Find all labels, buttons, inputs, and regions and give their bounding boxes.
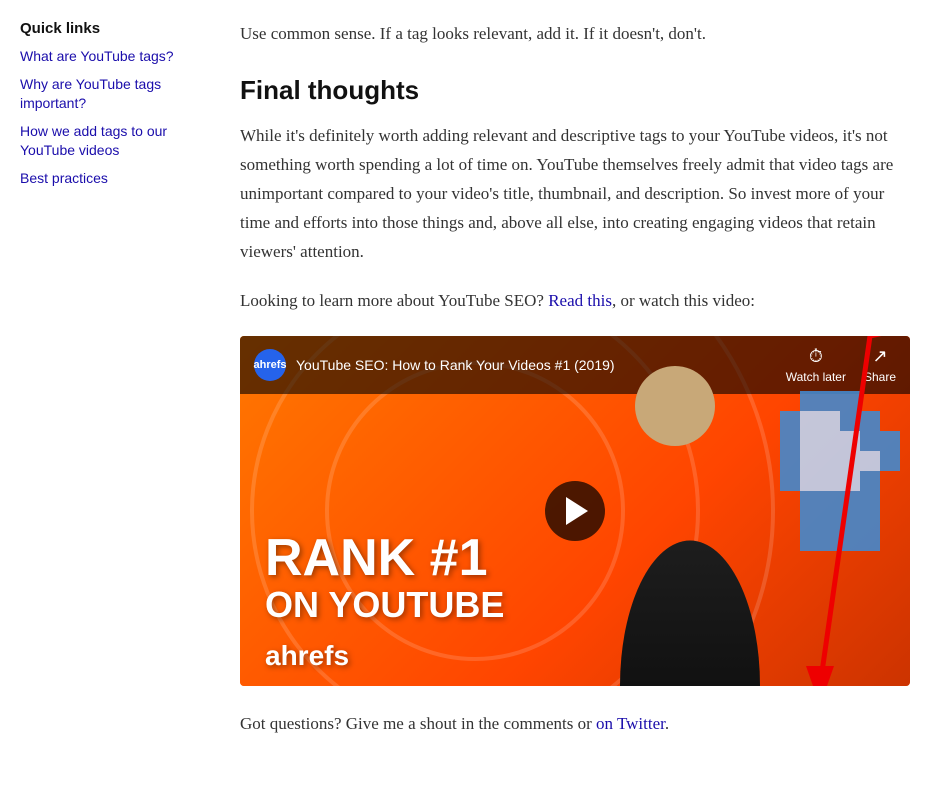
sidebar-item-why-important[interactable]: Why are YouTube tags important? [20, 75, 200, 114]
sidebar-links: What are YouTube tags? Why are YouTube t… [20, 47, 200, 189]
play-icon [566, 497, 588, 525]
main-content: Use common sense. If a tag looks relevan… [220, 20, 940, 738]
brand-label: ahrefs [265, 640, 349, 672]
sidebar-item-how-add[interactable]: How we add tags to our YouTube videos [20, 122, 200, 161]
footer-text: Got questions? Give me a shout in the co… [240, 710, 910, 739]
sidebar-item-what-are-tags[interactable]: What are YouTube tags? [20, 47, 200, 67]
video-container[interactable]: ahrefs YouTube SEO: How to Rank Your Vid… [240, 336, 910, 686]
video-actions: ⏱ Watch later ↗ Share [786, 346, 896, 384]
video-intro-after: , or watch this video: [612, 291, 755, 310]
pixel-graphic [780, 391, 900, 571]
play-button[interactable] [545, 481, 605, 541]
read-this-link[interactable]: Read this [548, 291, 612, 310]
channel-logo: ahrefs [254, 349, 286, 381]
share-button[interactable]: ↗ Share [864, 346, 896, 384]
watch-later-icon: ⏱ [809, 346, 823, 367]
footer-before: Got questions? Give me a shout in the co… [240, 714, 592, 733]
section-heading: Final thoughts [240, 75, 910, 106]
twitter-link[interactable]: on Twitter [596, 714, 665, 733]
video-title-bar: ahrefs YouTube SEO: How to Rank Your Vid… [254, 349, 615, 381]
share-icon: ↗ [872, 346, 887, 367]
watch-later-button[interactable]: ⏱ Watch later [786, 346, 846, 384]
video-thumbnail[interactable]: ahrefs YouTube SEO: How to Rank Your Vid… [240, 336, 910, 686]
sidebar: Quick links What are YouTube tags? Why a… [0, 20, 220, 738]
video-top-bar: ahrefs YouTube SEO: How to Rank Your Vid… [240, 336, 910, 394]
video-intro-before: Looking to learn more about YouTube SEO? [240, 291, 544, 310]
sidebar-item-best-practices[interactable]: Best practices [20, 169, 200, 189]
share-label: Share [864, 370, 896, 384]
watch-later-label: Watch later [786, 370, 846, 384]
footer-after: . [665, 714, 669, 733]
sidebar-title: Quick links [20, 20, 200, 37]
intro-text: Use common sense. If a tag looks relevan… [240, 20, 910, 47]
video-title: YouTube SEO: How to Rank Your Videos #1 … [296, 357, 615, 373]
rank-text-line1: RANK #1 [265, 532, 504, 584]
video-intro-paragraph: Looking to learn more about YouTube SEO?… [240, 287, 910, 316]
person-head [635, 366, 715, 446]
rank-text-line2: ON YOUTUBE [265, 584, 504, 625]
body-paragraph: While it's definitely worth adding relev… [240, 122, 910, 266]
